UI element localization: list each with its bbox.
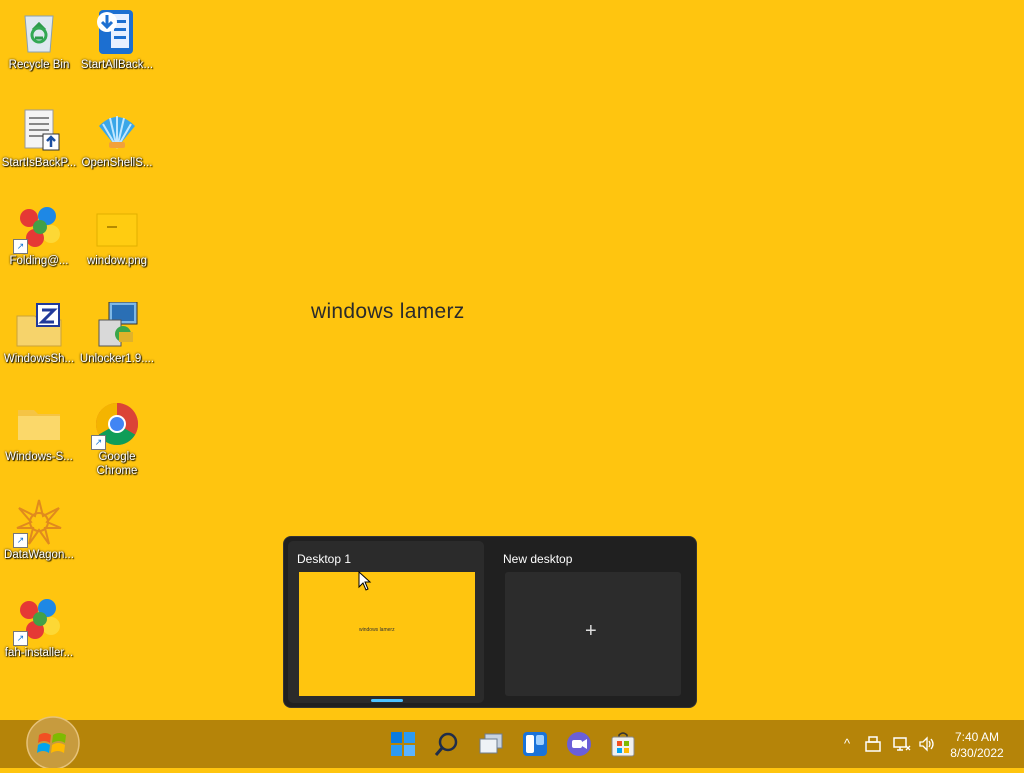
- mouse-cursor: [358, 571, 372, 591]
- active-desktop-indicator: [371, 699, 403, 702]
- store-icon[interactable]: [610, 731, 636, 757]
- new-desktop[interactable]: New desktop +: [494, 541, 690, 703]
- desktop-icon-label: window.png: [86, 255, 148, 267]
- desktop-icon-openshell[interactable]: OpenShellS...: [78, 106, 156, 170]
- shortcut-arrow-icon: ↗: [13, 631, 28, 646]
- startallback-installer-icon: [93, 8, 141, 56]
- search-icon[interactable]: [434, 731, 460, 757]
- shortcut-arrow-icon: ↗: [13, 533, 28, 548]
- folding-at-home-icon: ↗: [13, 204, 63, 254]
- network-icon[interactable]: [893, 736, 911, 757]
- recycle-bin-icon: [15, 8, 63, 56]
- desktop-icon-windowssh[interactable]: WindowsSh...: [0, 302, 78, 366]
- desktop-icon-fah-installer[interactable]: ↗ fah-installer...: [0, 596, 78, 660]
- windows-logo-icon[interactable]: [390, 731, 416, 757]
- desktop-icon-label: OpenShellS...: [81, 157, 153, 169]
- openshell-icon: [93, 106, 141, 154]
- datawagon-icon: ↗: [13, 498, 63, 548]
- task-view-flyout: Desktop 1 windows lamerz New desktop +: [284, 537, 696, 707]
- desktop-icon-label: Google Chrome: [96, 451, 138, 477]
- desktop-icon-google-chrome[interactable]: ↗ Google Chrome: [78, 400, 156, 478]
- desktop-icon-label: Recycle Bin: [8, 59, 70, 71]
- zip-archive-icon: [15, 302, 63, 350]
- desktop-icon-unlocker[interactable]: Unlocker1.9....: [78, 301, 156, 366]
- new-desktop-button[interactable]: +: [505, 572, 681, 696]
- wallpaper-text: windows lamerz: [311, 300, 465, 323]
- chrome-icon: ↗: [91, 400, 141, 450]
- clock-time: 7:40 AM: [954, 730, 1000, 744]
- clock-date: 8/30/2022: [950, 746, 1004, 760]
- task-view-icon[interactable]: [478, 731, 504, 757]
- unlocker-installer-icon: [93, 301, 141, 350]
- thumbnail-wallpaper-text: windows lamerz: [359, 627, 395, 633]
- desktop-icon-label: Windows-S...: [5, 451, 73, 463]
- desktop-icon-window-png[interactable]: window.png: [78, 204, 156, 268]
- desktop-icon-label: Unlocker1.9....: [79, 353, 155, 365]
- virtual-desktop-title: New desktop: [503, 552, 573, 566]
- fah-installer-icon: ↗: [13, 596, 63, 646]
- png-file-icon: [93, 204, 141, 252]
- shortcut-arrow-icon: ↗: [13, 239, 28, 254]
- desktop-icon-folding[interactable]: ↗ Folding@...: [0, 204, 78, 268]
- desktop-thumbnail[interactable]: windows lamerz: [299, 572, 475, 696]
- add-icon: +: [585, 620, 597, 642]
- virtual-desktop-title: Desktop 1: [297, 552, 352, 566]
- desktop-icon-label: Folding@...: [9, 255, 69, 267]
- clock[interactable]: 7:40 AM 8/30/2022: [944, 729, 1010, 761]
- start-orb-icon[interactable]: [23, 713, 83, 770]
- startisback-document-icon: [15, 106, 63, 154]
- desktop-icon-label: WindowsSh...: [3, 353, 75, 365]
- desktop-icon-label: StartAllBack...: [80, 59, 154, 71]
- desktop-icon-datawagon[interactable]: ↗ DataWagon...: [0, 498, 78, 562]
- network-adapter-icon[interactable]: [865, 736, 881, 757]
- show-hidden-icons-chevron[interactable]: ^: [844, 736, 850, 751]
- desktop-icon-windows-s-folder[interactable]: Windows-S...: [0, 400, 78, 464]
- desktop-icon-startisback[interactable]: StartIsBackP...: [0, 106, 78, 170]
- folder-icon: [15, 400, 63, 448]
- widgets-icon[interactable]: [522, 731, 548, 757]
- desktop-icon-label: StartIsBackP...: [1, 157, 77, 169]
- volume-icon[interactable]: [918, 736, 936, 757]
- desktop-icon-label: fah-installer...: [4, 647, 74, 659]
- chat-icon[interactable]: [566, 731, 592, 757]
- desktop-icon-recycle-bin[interactable]: Recycle Bin: [0, 8, 78, 72]
- desktop-icon-label: DataWagon...: [4, 549, 74, 561]
- virtual-desktop-1[interactable]: Desktop 1 windows lamerz: [288, 541, 484, 703]
- desktop-icon-startallback[interactable]: StartAllBack...: [78, 8, 156, 72]
- shortcut-arrow-icon: ↗: [91, 435, 106, 450]
